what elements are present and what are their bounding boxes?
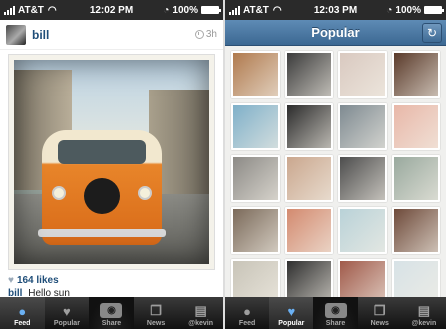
tab-feed[interactable]: ● Feed xyxy=(225,297,269,329)
camera-icon: ◉ xyxy=(100,303,123,318)
tab-news[interactable]: ❐ News xyxy=(134,297,179,329)
post-timestamp: 3h xyxy=(194,29,217,40)
popular-thumbnail[interactable] xyxy=(284,51,333,98)
tab-label: Share xyxy=(101,320,122,327)
person-icon: ● xyxy=(243,303,252,319)
carrier-label: AT&T xyxy=(243,4,269,16)
popular-thumbnail[interactable] xyxy=(338,155,387,202)
tab-share[interactable]: ◉ Share xyxy=(313,297,358,329)
popular-thumbnail[interactable] xyxy=(338,207,387,254)
tab-label: News xyxy=(146,320,166,327)
likes-count[interactable]: 164 likes xyxy=(17,275,59,286)
tab-popular[interactable]: ♥ Popular xyxy=(45,297,90,329)
popular-thumbnail[interactable] xyxy=(391,207,440,254)
wifi-icon: ◠ xyxy=(272,4,282,16)
heart-icon: ♥ xyxy=(8,275,14,286)
refresh-button[interactable]: ↻ xyxy=(422,23,442,43)
tab-label: Feed xyxy=(238,320,256,327)
tab-label: @kevin xyxy=(188,320,214,327)
news-icon: ❐ xyxy=(373,303,386,318)
news-icon: ❐ xyxy=(150,303,162,318)
person-icon: ● xyxy=(18,303,27,319)
popular-thumbnail[interactable] xyxy=(284,155,333,202)
tab-profile[interactable]: ▤ @kevin xyxy=(402,297,446,329)
tab-feed[interactable]: ● Feed xyxy=(0,297,45,329)
likes-row[interactable]: ♥ 164 likes xyxy=(0,270,223,286)
profile-card-icon: ▤ xyxy=(194,303,207,318)
tab-label: Popular xyxy=(278,320,305,327)
avatar[interactable] xyxy=(6,24,26,45)
tab-bar: ● Feed ♥ Popular ◉ Share ❐ News ▤ @kevin xyxy=(225,297,446,329)
clock-status-icon: ◔ xyxy=(163,4,170,16)
clock-status-icon: ◔ xyxy=(386,4,393,16)
nav-bar: Popular ↻ xyxy=(225,20,446,46)
popular-thumbnail[interactable] xyxy=(284,103,333,150)
tab-popular[interactable]: ♥ Popular xyxy=(269,297,314,329)
post-header: bill 3h xyxy=(0,20,223,50)
popular-photo-grid xyxy=(225,46,446,322)
popular-thumbnail[interactable] xyxy=(231,155,280,202)
signal-icon xyxy=(229,5,240,15)
heart-icon: ♥ xyxy=(287,303,296,319)
popular-thumbnail[interactable] xyxy=(391,103,440,150)
tab-share[interactable]: ◉ Share xyxy=(89,297,134,329)
popular-screen: AT&T ◠ 12:03 PM ◔ 100% Popular ↻ ● Feed … xyxy=(223,0,446,329)
popular-thumbnail[interactable] xyxy=(338,103,387,150)
feed-screen: AT&T ◠ 12:02 PM ◔ 100% bill 3h ♥ 164 lik… xyxy=(0,0,223,329)
refresh-icon: ↻ xyxy=(426,26,438,40)
battery-icon xyxy=(424,6,444,14)
status-bar: AT&T ◠ 12:02 PM ◔ 100% xyxy=(0,0,223,20)
clock-icon xyxy=(194,30,204,39)
tab-label: News xyxy=(370,320,389,327)
post-photo-frame[interactable] xyxy=(8,54,215,270)
popular-thumbnail[interactable] xyxy=(391,51,440,98)
tab-label: Feed xyxy=(14,320,31,327)
post-username[interactable]: bill xyxy=(32,28,49,42)
popular-thumbnail[interactable] xyxy=(338,51,387,98)
heart-icon: ♥ xyxy=(63,303,71,319)
battery-icon xyxy=(201,6,221,14)
tab-profile[interactable]: ▤ @kevin xyxy=(178,297,223,329)
popular-thumbnail[interactable] xyxy=(284,207,333,254)
post-photo[interactable] xyxy=(14,60,209,264)
battery-percent: 100% xyxy=(172,4,198,16)
carrier-label: AT&T xyxy=(18,4,44,16)
post-time-ago: 3h xyxy=(205,29,217,40)
popular-thumbnail[interactable] xyxy=(231,207,280,254)
profile-card-icon: ▤ xyxy=(417,303,431,318)
wifi-icon: ◠ xyxy=(47,4,57,16)
tab-news[interactable]: ❐ News xyxy=(358,297,402,329)
camera-icon: ◉ xyxy=(324,303,347,318)
popular-thumbnail[interactable] xyxy=(391,155,440,202)
popular-thumbnail[interactable] xyxy=(231,103,280,150)
page-title: Popular xyxy=(311,25,360,40)
tab-bar: ● Feed ♥ Popular ◉ Share ❐ News ▤ @kevin xyxy=(0,297,223,329)
signal-icon xyxy=(4,5,15,15)
tab-label: Popular xyxy=(53,320,80,327)
status-bar: AT&T ◠ 12:03 PM ◔ 100% xyxy=(225,0,446,20)
battery-percent: 100% xyxy=(395,4,421,16)
tab-label: Share xyxy=(325,320,346,327)
popular-thumbnail[interactable] xyxy=(231,51,280,98)
tab-label: @kevin xyxy=(411,320,437,327)
